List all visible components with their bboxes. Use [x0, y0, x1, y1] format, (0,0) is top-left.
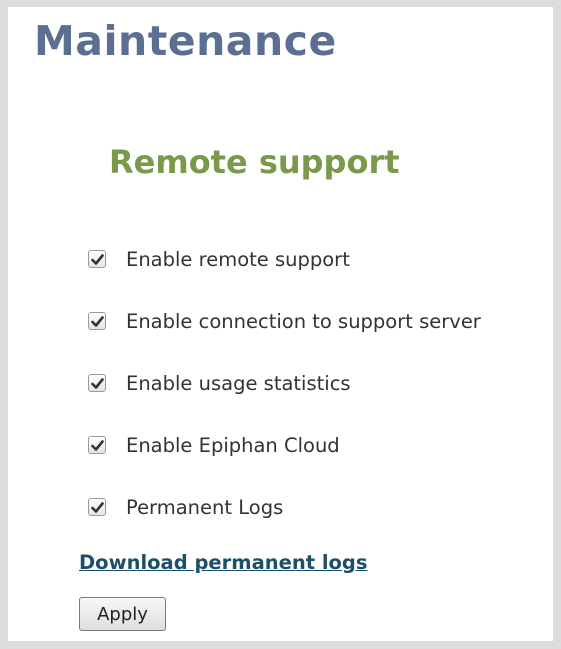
- apply-button[interactable]: Apply: [79, 597, 166, 631]
- checkmark-icon: [90, 501, 104, 513]
- checkmark-icon: [90, 253, 104, 265]
- download-permanent-logs-link[interactable]: Download permanent logs: [79, 548, 368, 578]
- checkmark-icon: [90, 315, 104, 327]
- checkmark-icon: [90, 439, 104, 451]
- enable-epiphan-cloud-label: Enable Epiphan Cloud: [126, 433, 340, 457]
- enable-remote-support-label: Enable remote support: [126, 247, 350, 271]
- option-permanent-logs[interactable]: Permanent Logs: [88, 492, 283, 522]
- permanent-logs-label: Permanent Logs: [126, 495, 284, 519]
- enable-connection-to-support-server-label: Enable connection to support server: [126, 309, 481, 333]
- enable-remote-support-checkbox[interactable]: [88, 250, 106, 268]
- section-title-remote-support: Remote support: [109, 143, 400, 181]
- permanent-logs-checkbox[interactable]: [88, 498, 106, 516]
- maintenance-panel: Maintenance Remote support Enable remote…: [0, 0, 561, 649]
- page-title: Maintenance: [34, 17, 337, 65]
- option-enable-connection-to-support-server[interactable]: Enable connection to support server: [88, 306, 481, 336]
- enable-epiphan-cloud-checkbox[interactable]: [88, 436, 106, 454]
- checkmark-icon: [90, 377, 104, 389]
- enable-usage-statistics-label: Enable usage statistics: [126, 371, 351, 395]
- enable-usage-statistics-checkbox[interactable]: [88, 374, 106, 392]
- option-enable-usage-statistics[interactable]: Enable usage statistics: [88, 368, 351, 398]
- option-enable-remote-support[interactable]: Enable remote support: [88, 244, 350, 274]
- enable-connection-to-support-server-checkbox[interactable]: [88, 312, 106, 330]
- option-enable-epiphan-cloud[interactable]: Enable Epiphan Cloud: [88, 430, 340, 460]
